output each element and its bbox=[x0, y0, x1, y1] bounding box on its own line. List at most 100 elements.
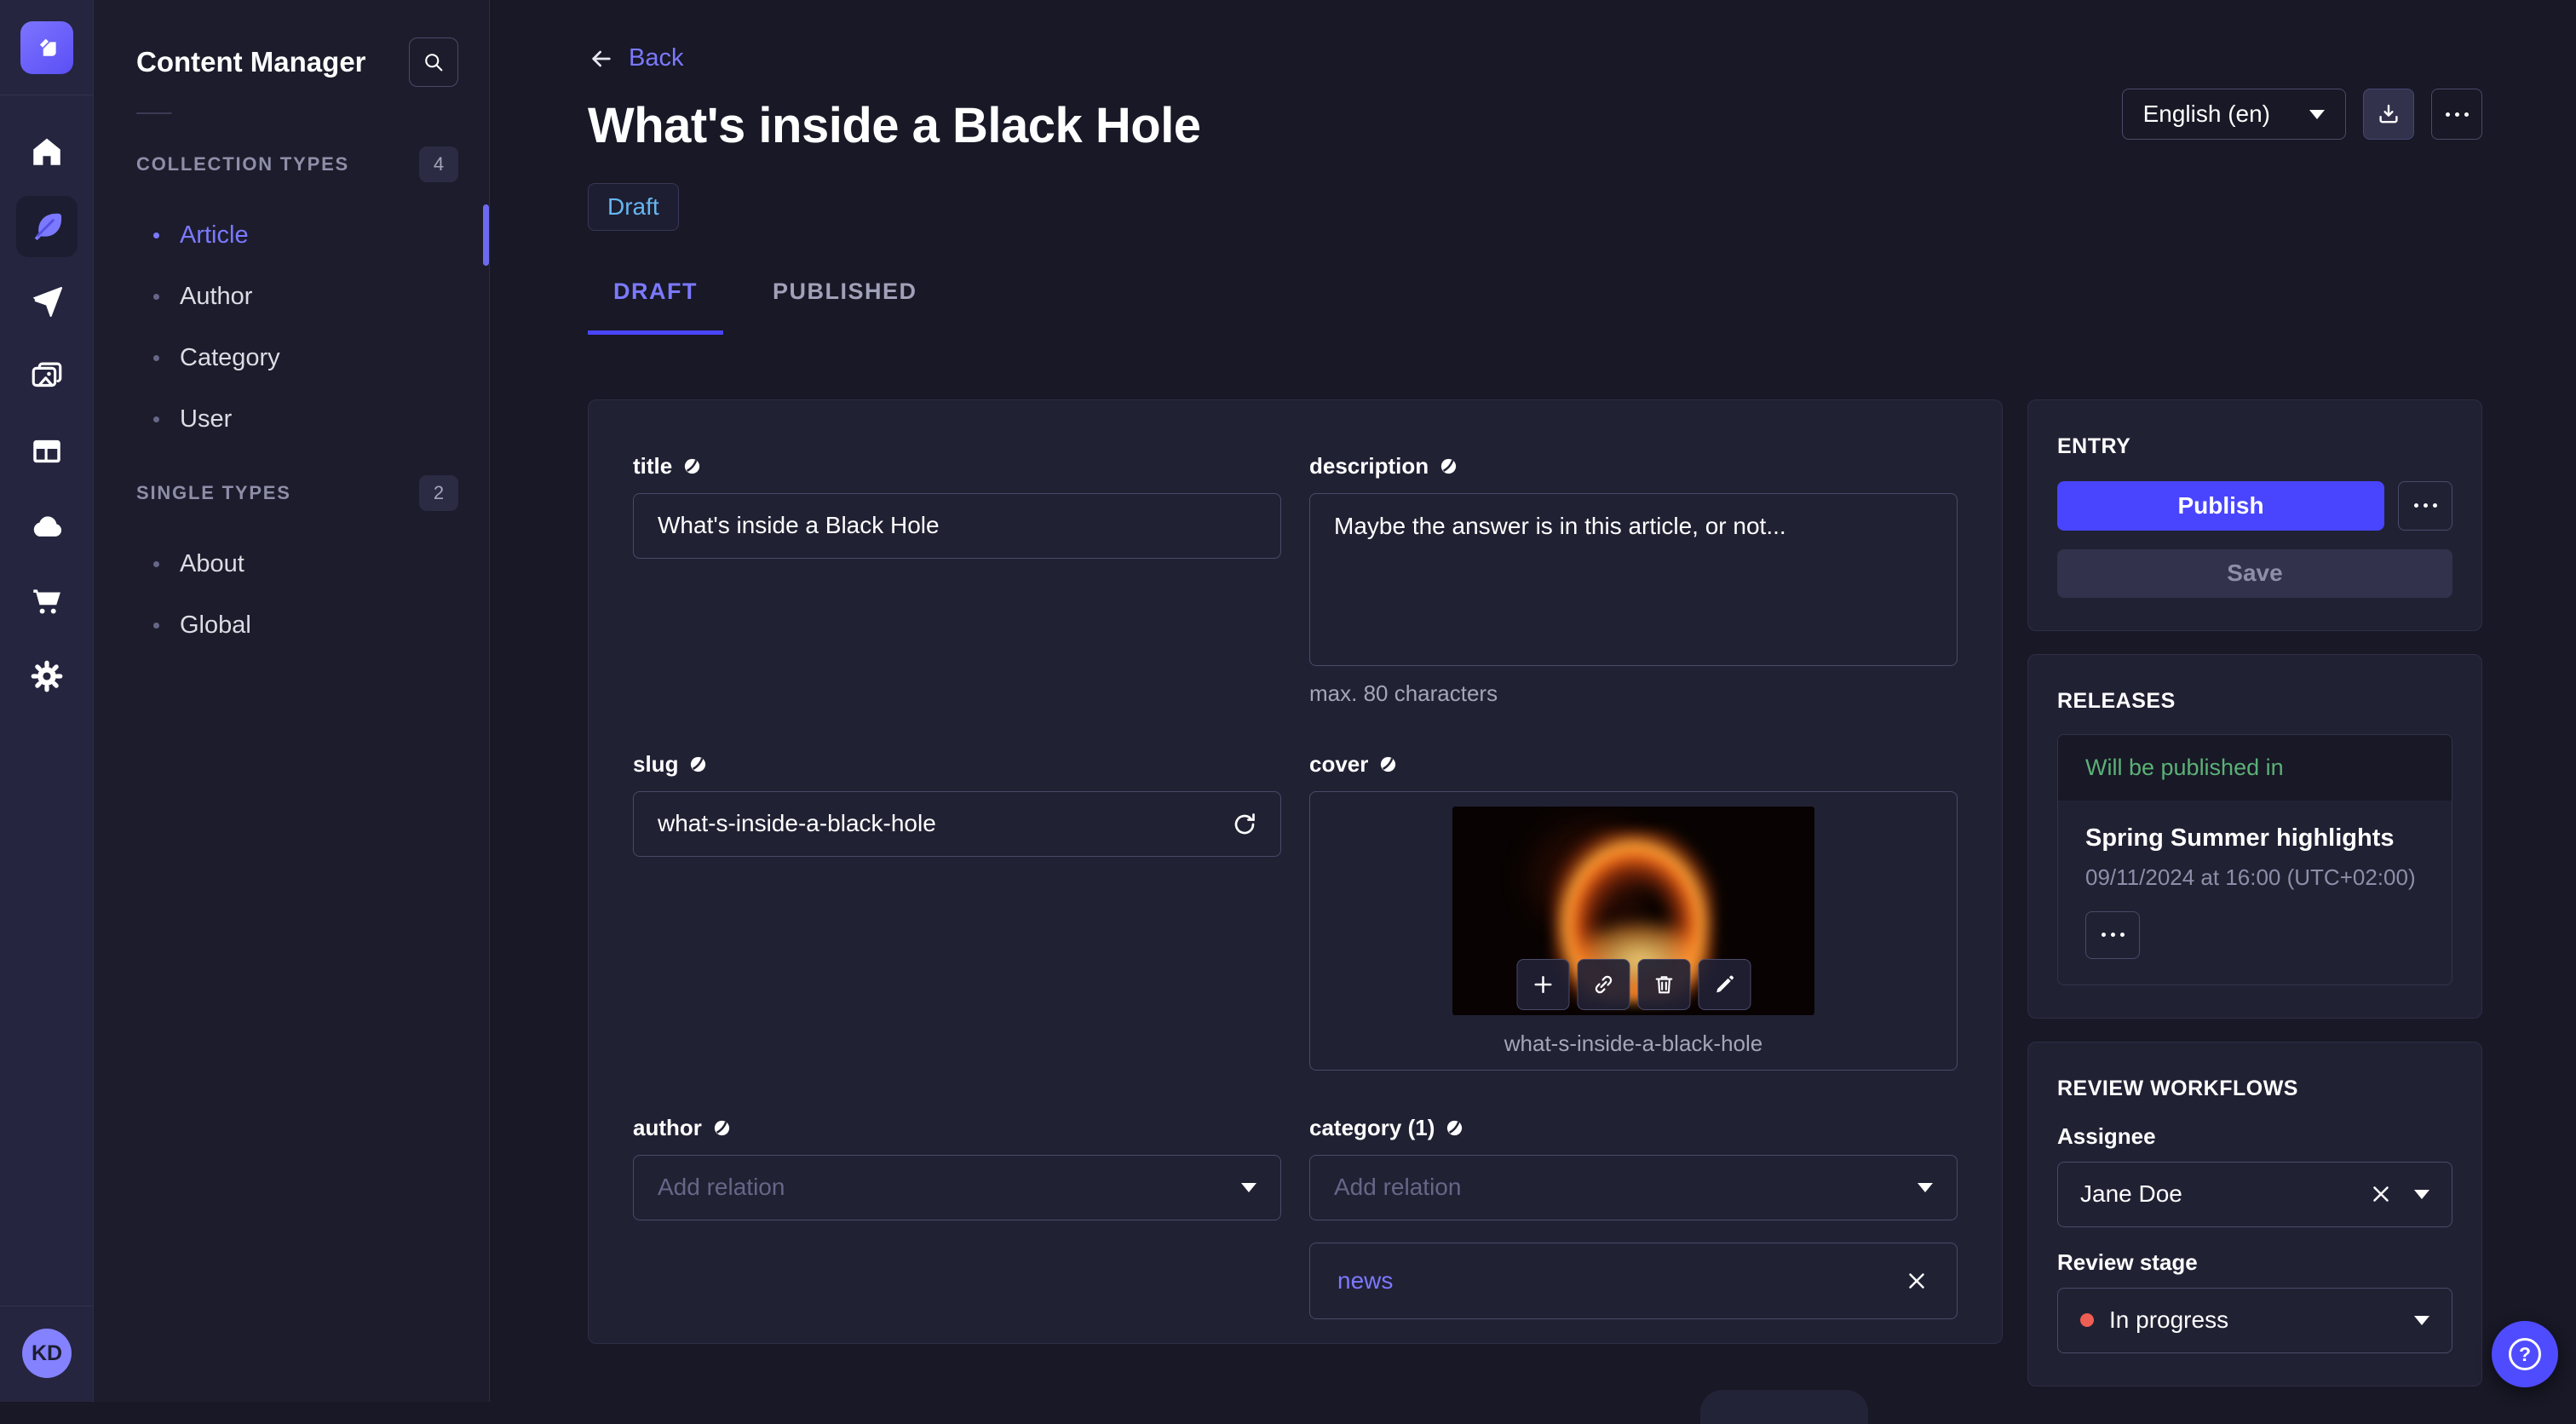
more-horizontal-icon bbox=[2101, 933, 2125, 937]
entry-sidebar: ENTRY Publish Save RELEASES Will be publ… bbox=[2027, 399, 2482, 1387]
relation-news-link[interactable]: news bbox=[1337, 1267, 1393, 1295]
description-textarea[interactable]: Maybe the answer is in this article, or … bbox=[1309, 492, 1958, 666]
delete-media-button[interactable] bbox=[1637, 958, 1690, 1010]
back-link[interactable]: Back bbox=[588, 44, 683, 72]
strapi-logo[interactable] bbox=[20, 20, 73, 74]
regenerate-slug-button[interactable] bbox=[1227, 807, 1262, 842]
link-icon bbox=[1591, 973, 1615, 996]
entry-more-button[interactable] bbox=[2398, 480, 2452, 531]
help-icon: ? bbox=[2509, 1338, 2541, 1370]
description-hint: max. 80 characters bbox=[1309, 680, 1498, 706]
stage-status-dot bbox=[2080, 1313, 2094, 1327]
review-stage-select[interactable]: In progress bbox=[2057, 1287, 2452, 1353]
cloud-icon bbox=[28, 508, 66, 545]
more-horizontal-icon bbox=[2413, 503, 2437, 508]
clear-assignee-button[interactable] bbox=[2368, 1181, 2394, 1207]
cart-icon bbox=[29, 583, 65, 619]
arrow-left-icon bbox=[588, 45, 615, 72]
save-button[interactable]: Save bbox=[2057, 548, 2452, 598]
header-more-button[interactable] bbox=[2431, 89, 2482, 140]
cover-caption: what-s-inside-a-black-hole bbox=[1504, 1030, 1763, 1056]
bullet-icon bbox=[153, 232, 159, 238]
bullet-icon bbox=[153, 622, 159, 629]
add-media-button[interactable] bbox=[1516, 958, 1569, 1010]
bullet-icon bbox=[153, 354, 159, 361]
media-library-nav-button[interactable] bbox=[16, 346, 78, 407]
edit-media-button[interactable] bbox=[1698, 958, 1751, 1010]
home-nav-button[interactable] bbox=[16, 121, 78, 182]
section-label: SINGLE TYPES bbox=[136, 482, 291, 503]
content-manager-nav-button[interactable] bbox=[15, 196, 78, 257]
bullet-icon bbox=[153, 293, 159, 300]
version-tabs: DRAFT PUBLISHED bbox=[588, 278, 2482, 335]
content-manager-sidebar: Content Manager COLLECTION TYPES 4 Artic… bbox=[94, 0, 490, 1402]
collection-types-section: COLLECTION TYPES 4 Article Author Catego… bbox=[94, 146, 489, 450]
media-library-icon bbox=[29, 359, 65, 394]
sidebar-title: Content Manager bbox=[136, 46, 366, 78]
releases-panel: RELEASES Will be published in Spring Sum… bbox=[2027, 653, 2482, 1019]
releases-panel-title: RELEASES bbox=[2057, 688, 2176, 713]
deploy-nav-button[interactable] bbox=[16, 271, 78, 332]
release-date: 09/11/2024 at 16:00 (UTC+02:00) bbox=[2085, 864, 2416, 890]
edit-pencil-icon bbox=[1712, 973, 1736, 996]
header-actions: English (en) bbox=[2121, 89, 2482, 140]
tab-draft[interactable]: DRAFT bbox=[588, 278, 723, 335]
assignee-label: Assignee bbox=[2057, 1123, 2156, 1149]
bullet-icon bbox=[153, 560, 159, 567]
content-type-builder-nav-button[interactable] bbox=[16, 421, 78, 482]
home-icon bbox=[29, 134, 65, 169]
category-relation-select[interactable]: Add relation bbox=[1309, 1154, 1958, 1220]
sidebar-item-author[interactable]: Author bbox=[94, 266, 489, 327]
localization-globe-icon bbox=[712, 1118, 732, 1138]
entry-panel-title: ENTRY bbox=[2057, 434, 2131, 458]
regenerate-icon bbox=[1231, 811, 1258, 838]
trash-icon bbox=[1652, 973, 1676, 996]
section-count-badge: 4 bbox=[419, 146, 458, 182]
user-avatar[interactable]: KD bbox=[22, 1329, 72, 1378]
remove-relation-button[interactable] bbox=[1904, 1268, 1929, 1294]
publish-button[interactable]: Publish bbox=[2057, 480, 2384, 531]
back-label: Back bbox=[629, 44, 684, 72]
export-button[interactable] bbox=[2363, 89, 2414, 140]
sidebar-divider bbox=[136, 112, 172, 114]
release-more-button[interactable] bbox=[2085, 910, 2140, 959]
localization-globe-icon bbox=[688, 755, 708, 774]
marketplace-nav-button[interactable] bbox=[16, 571, 78, 632]
localization-globe-icon bbox=[682, 456, 702, 476]
review-workflows-panel: REVIEW WORKFLOWS Assignee Jane Doe Revie… bbox=[2027, 1041, 2482, 1387]
sidebar-item-global[interactable]: Global bbox=[94, 594, 489, 656]
layout-icon bbox=[29, 434, 65, 469]
help-fab-button[interactable]: ? bbox=[2492, 1321, 2558, 1387]
cover-image-black-hole[interactable] bbox=[1452, 806, 1814, 1015]
cover-field: cover what-s-inside-a-black-hole bbox=[1309, 751, 1958, 1071]
tab-published[interactable]: PUBLISHED bbox=[747, 278, 943, 335]
settings-gear-icon bbox=[29, 658, 65, 694]
slug-input[interactable] bbox=[633, 790, 1281, 857]
sidebar-item-article[interactable]: Article bbox=[94, 204, 489, 266]
copy-link-button[interactable] bbox=[1577, 958, 1630, 1010]
bullet-icon bbox=[153, 416, 159, 422]
sidebar-item-category[interactable]: Category bbox=[94, 327, 489, 388]
sidebar-item-user[interactable]: User bbox=[94, 388, 489, 450]
settings-nav-button[interactable] bbox=[16, 646, 78, 707]
entry-form-panel: title description bbox=[588, 399, 2003, 1344]
entry-panel: ENTRY Publish Save bbox=[2027, 399, 2482, 631]
content-feather-icon bbox=[28, 208, 66, 245]
cloud-nav-button[interactable] bbox=[16, 496, 78, 557]
author-relation-select[interactable]: Add relation bbox=[633, 1154, 1281, 1220]
sidebar-search-button[interactable] bbox=[409, 37, 458, 87]
locale-select[interactable]: English (en) bbox=[2121, 89, 2346, 140]
collapsed-section-pill[interactable] bbox=[1700, 1390, 1868, 1424]
chevron-down-icon bbox=[2309, 109, 2325, 119]
review-stage-label: Review stage bbox=[2057, 1249, 2198, 1275]
sidebar-item-about[interactable]: About bbox=[94, 533, 489, 594]
add-icon bbox=[1530, 972, 1555, 997]
chevron-down-icon bbox=[2414, 1189, 2429, 1199]
release-name: Spring Summer highlights bbox=[2085, 824, 2395, 852]
title-input[interactable] bbox=[633, 492, 1281, 559]
cover-media-box: what-s-inside-a-black-hole bbox=[1309, 790, 1958, 1071]
category-relation-item: news bbox=[1309, 1242, 1958, 1319]
release-card: Will be published in Spring Summer highl… bbox=[2057, 733, 2452, 985]
assignee-select[interactable]: Jane Doe bbox=[2057, 1161, 2452, 1227]
localization-globe-icon bbox=[1445, 1118, 1464, 1138]
